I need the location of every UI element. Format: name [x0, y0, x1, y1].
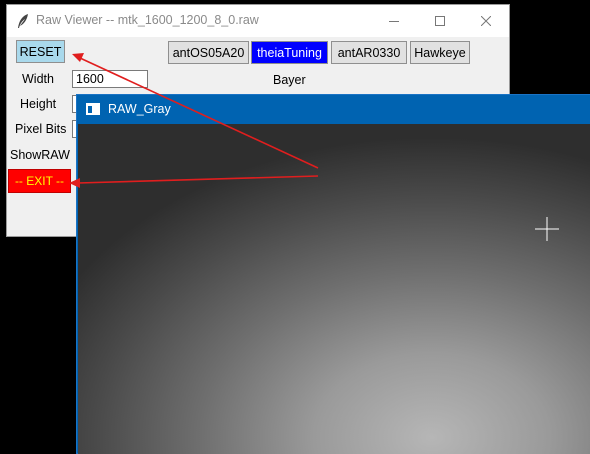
sensor-button-antos05a20[interactable]: antOS05A20 [168, 41, 249, 64]
minimize-icon [389, 21, 399, 22]
minimize-button[interactable] [371, 5, 417, 37]
show-raw-label: ShowRAW [10, 148, 70, 162]
bayer-label: Bayer [273, 73, 306, 87]
close-icon [481, 16, 491, 26]
crosshair-cursor-icon [535, 217, 559, 241]
sensor-button-theiatuning[interactable]: theiaTuning [251, 41, 328, 64]
height-label: Height [20, 97, 57, 111]
exit-button[interactable]: -- EXIT -- [8, 169, 71, 193]
title-bar[interactable]: Raw Viewer -- mtk_1600_1200_8_0.raw [7, 5, 509, 37]
raw-window-title: RAW_Gray [108, 102, 171, 116]
close-button[interactable] [463, 5, 509, 37]
width-field[interactable]: 1600 [72, 70, 148, 88]
maximize-icon [435, 16, 445, 26]
maximize-button[interactable] [417, 5, 463, 37]
sensor-button-antar0330[interactable]: antAR0330 [331, 41, 407, 64]
width-label: Width [22, 72, 54, 86]
window-title: Raw Viewer -- mtk_1600_1200_8_0.raw [36, 13, 259, 27]
sensor-button-hawkeye[interactable]: Hawkeye [410, 41, 470, 64]
feather-icon [18, 14, 28, 28]
pixel-bits-label: Pixel Bits [15, 122, 67, 136]
raw-title-bar[interactable]: RAW_Gray [77, 95, 590, 124]
raw-image-canvas[interactable] [78, 124, 590, 454]
raw-gray-window: RAW_Gray [76, 94, 590, 454]
reset-button[interactable]: RESET [16, 40, 65, 63]
window-app-icon [86, 103, 100, 115]
